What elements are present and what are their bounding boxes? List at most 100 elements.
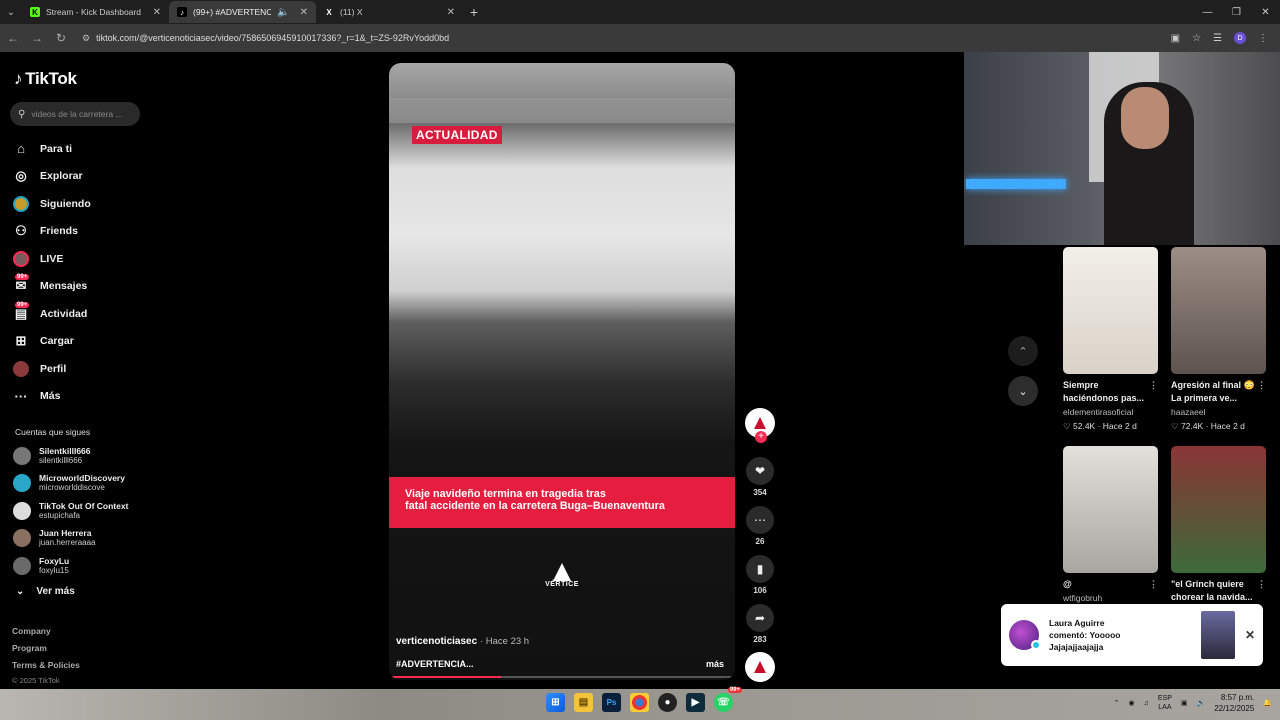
back-icon[interactable]: ← [6, 31, 20, 45]
forward-icon[interactable]: → [30, 31, 44, 45]
video-player[interactable]: ACTUALIDAD Viaje navideño termina en tra… [389, 63, 735, 680]
browser-tab-tiktok[interactable]: ♪ (99+) #ADVERTENCIA ⚠️ A 🔈 ✕ [169, 1, 316, 23]
speaker-icon[interactable]: 🔈 [277, 7, 289, 18]
recommended-card[interactable]: "el Grinch quiere chorear la navida... ⋮ [1171, 446, 1266, 604]
kebab-icon[interactable]: ⋮ [1149, 578, 1158, 591]
minimize-icon[interactable]: — [1193, 7, 1222, 18]
card-user[interactable]: wtfigobruh [1063, 593, 1158, 603]
close-tab-icon[interactable]: ✕ [447, 7, 455, 18]
site-settings-icon[interactable]: ⚙ [82, 33, 90, 44]
like-button[interactable]: ❤ 354 [744, 457, 776, 497]
video-thumbnail [1171, 446, 1266, 573]
nav-cargar[interactable]: ⊞ Cargar [12, 328, 91, 356]
follow-plus-icon[interactable]: + [755, 431, 767, 443]
kebab-icon[interactable]: ⋮ [1257, 379, 1266, 392]
chevron-up-icon[interactable]: ⌃ [1114, 699, 1120, 707]
url-field[interactable]: ⚙ tiktok.com/@verticenoticiasec/video/75… [78, 28, 1161, 48]
kebab-icon[interactable]: ⋮ [1149, 379, 1158, 392]
follow-handle: foxylu15 [39, 565, 69, 575]
menu-icon[interactable]: ⋮ [1258, 33, 1268, 44]
whatsapp-icon[interactable]: ☏ 99+ [714, 687, 742, 712]
close-window-icon[interactable]: ✕ [1251, 7, 1280, 18]
author-avatar-button[interactable]: + [744, 408, 776, 443]
monitor-icon[interactable]: ▣ [1181, 699, 1188, 707]
nav-explorar[interactable]: ◎ Explorar [12, 163, 91, 191]
clock-date: 22/12/2025 [1214, 704, 1255, 713]
network-icon[interactable]: ◉ [1129, 699, 1135, 707]
vertice-logo-mark [553, 563, 571, 581]
tiktok-logo[interactable]: ♪ TikTok [14, 69, 77, 89]
photoshop-icon[interactable]: Ps [602, 693, 621, 712]
profile-avatar-icon [12, 360, 30, 378]
kebab-icon[interactable]: ⋮ [1257, 578, 1266, 591]
footer-link-company[interactable]: Company [12, 626, 80, 643]
footer-link-terms[interactable]: Terms & Policies [12, 660, 80, 677]
clock[interactable]: 8:57 p.m. 22/12/2025 [1214, 692, 1254, 714]
video-nav-arrows: ⌃ ⌄ [1008, 336, 1038, 416]
following-item[interactable]: Juan Herrera juan.herreraaaa [13, 525, 128, 553]
close-icon[interactable]: ✕ [1245, 628, 1255, 642]
nav-perfil[interactable]: Perfil [12, 355, 91, 383]
chrome-icon[interactable] [630, 693, 649, 712]
caption-more-link[interactable]: más [706, 659, 724, 669]
nav-siguiendo[interactable]: Siguiendo [12, 190, 91, 218]
extensions-icon[interactable]: ☰ [1213, 33, 1222, 44]
card-user[interactable]: haazaeel [1171, 407, 1266, 417]
bookmark-star-icon[interactable]: ☆ [1192, 33, 1201, 44]
messages-icon: ✉ 99+ [15, 274, 30, 294]
see-more-button[interactable]: ⌄ Ver más [16, 586, 75, 597]
recommended-card[interactable]: Siempre haciéndonos pas... ⋮ eldementiras… [1063, 247, 1158, 432]
nav-mensajes[interactable]: ✉ 99+ Mensajes [12, 273, 91, 301]
comment-notification[interactable]: Laura Aguirre comentó: Yooooo Jajajajjaa… [1001, 604, 1263, 666]
recommended-card[interactable]: Agresión al final 😳 La primera ve... ⋮ ha… [1171, 247, 1266, 432]
browser-tab-x[interactable]: X (11) X ✕ [316, 1, 463, 23]
vertice-logo-text: VÉRTICE [545, 581, 579, 588]
nav-mas[interactable]: ··· Más [12, 383, 91, 411]
close-tab-icon[interactable]: ✕ [153, 7, 161, 18]
see-more-label: Ver más [36, 586, 75, 597]
recommended-card[interactable]: @ ⋮ wtfigobruh [1063, 446, 1158, 603]
following-section-title: Cuentas que sigues [15, 427, 91, 437]
platform-dot-icon [1031, 640, 1041, 650]
compass-icon: ◎ [15, 168, 27, 184]
capcut-icon[interactable]: ▶ [686, 693, 705, 712]
footer-link-program[interactable]: Program [12, 643, 80, 660]
browser-tab-kick[interactable]: K Stream - Kick Dashboard ✕ [22, 1, 169, 23]
video-progress-bar[interactable] [392, 676, 732, 678]
notifications-bell-icon[interactable]: 🔔 [1263, 699, 1272, 707]
sound-icon[interactable]: ♫ [1144, 700, 1149, 707]
language-indicator[interactable]: ESP LAA [1158, 694, 1172, 712]
comment-button[interactable]: ⋯ 26 [744, 506, 776, 546]
following-item[interactable]: TikTok Out Of Context estupichafa [13, 497, 128, 525]
following-item[interactable]: MicroworldDiscovery microworlddiscove [13, 470, 128, 498]
close-tab-icon[interactable]: ✕ [300, 7, 308, 18]
windows-start-icon[interactable]: ⊞ [546, 693, 565, 712]
activity-icon: ▤ 99+ [14, 301, 30, 321]
following-item[interactable]: Silentkilll666 silentkilll666 [13, 442, 128, 470]
search-input[interactable]: ⚲ videos de la carretera ... [10, 102, 140, 126]
maximize-icon[interactable]: ❐ [1222, 7, 1251, 18]
chevron-up-icon[interactable]: ⌃ [1008, 336, 1038, 366]
nav-live[interactable]: LIVE [12, 245, 91, 273]
video-author[interactable]: verticenoticiasec [396, 636, 477, 647]
chevron-down-icon[interactable]: ⌄ [1008, 376, 1038, 406]
new-tab-button[interactable]: + [463, 4, 485, 20]
save-button[interactable]: ▮ 106 [744, 555, 776, 595]
obs-icon[interactable]: ● [658, 693, 677, 712]
nav-friends[interactable]: ⚇ Friends [12, 218, 91, 246]
volume-icon[interactable]: 🔈 [1197, 699, 1206, 707]
cast-icon[interactable]: ▣ [1171, 33, 1180, 44]
sound-avatar-button[interactable] [744, 652, 776, 682]
file-explorer-icon[interactable]: ▤ [574, 693, 593, 712]
nav-actividad[interactable]: ▤ 99+ Actividad [12, 300, 91, 328]
tab-search-dropdown-icon[interactable]: ⌄ [0, 1, 22, 23]
card-user[interactable]: eldementirasoficial [1063, 407, 1158, 417]
card-meta: ♡ 72.4K · Hace 2 d [1171, 421, 1266, 432]
following-item[interactable]: FoxyLu foxylu15 [13, 552, 128, 580]
card-title-text: Siempre haciéndonos pas... [1063, 380, 1145, 403]
nav-para-ti[interactable]: ⌂ Para ti [12, 135, 91, 163]
chevron-down-icon: ⌄ [16, 586, 25, 597]
share-button[interactable]: ➦ 283 [744, 604, 776, 644]
profile-avatar[interactable]: D [1234, 32, 1246, 44]
reload-icon[interactable]: ↻ [54, 31, 68, 45]
